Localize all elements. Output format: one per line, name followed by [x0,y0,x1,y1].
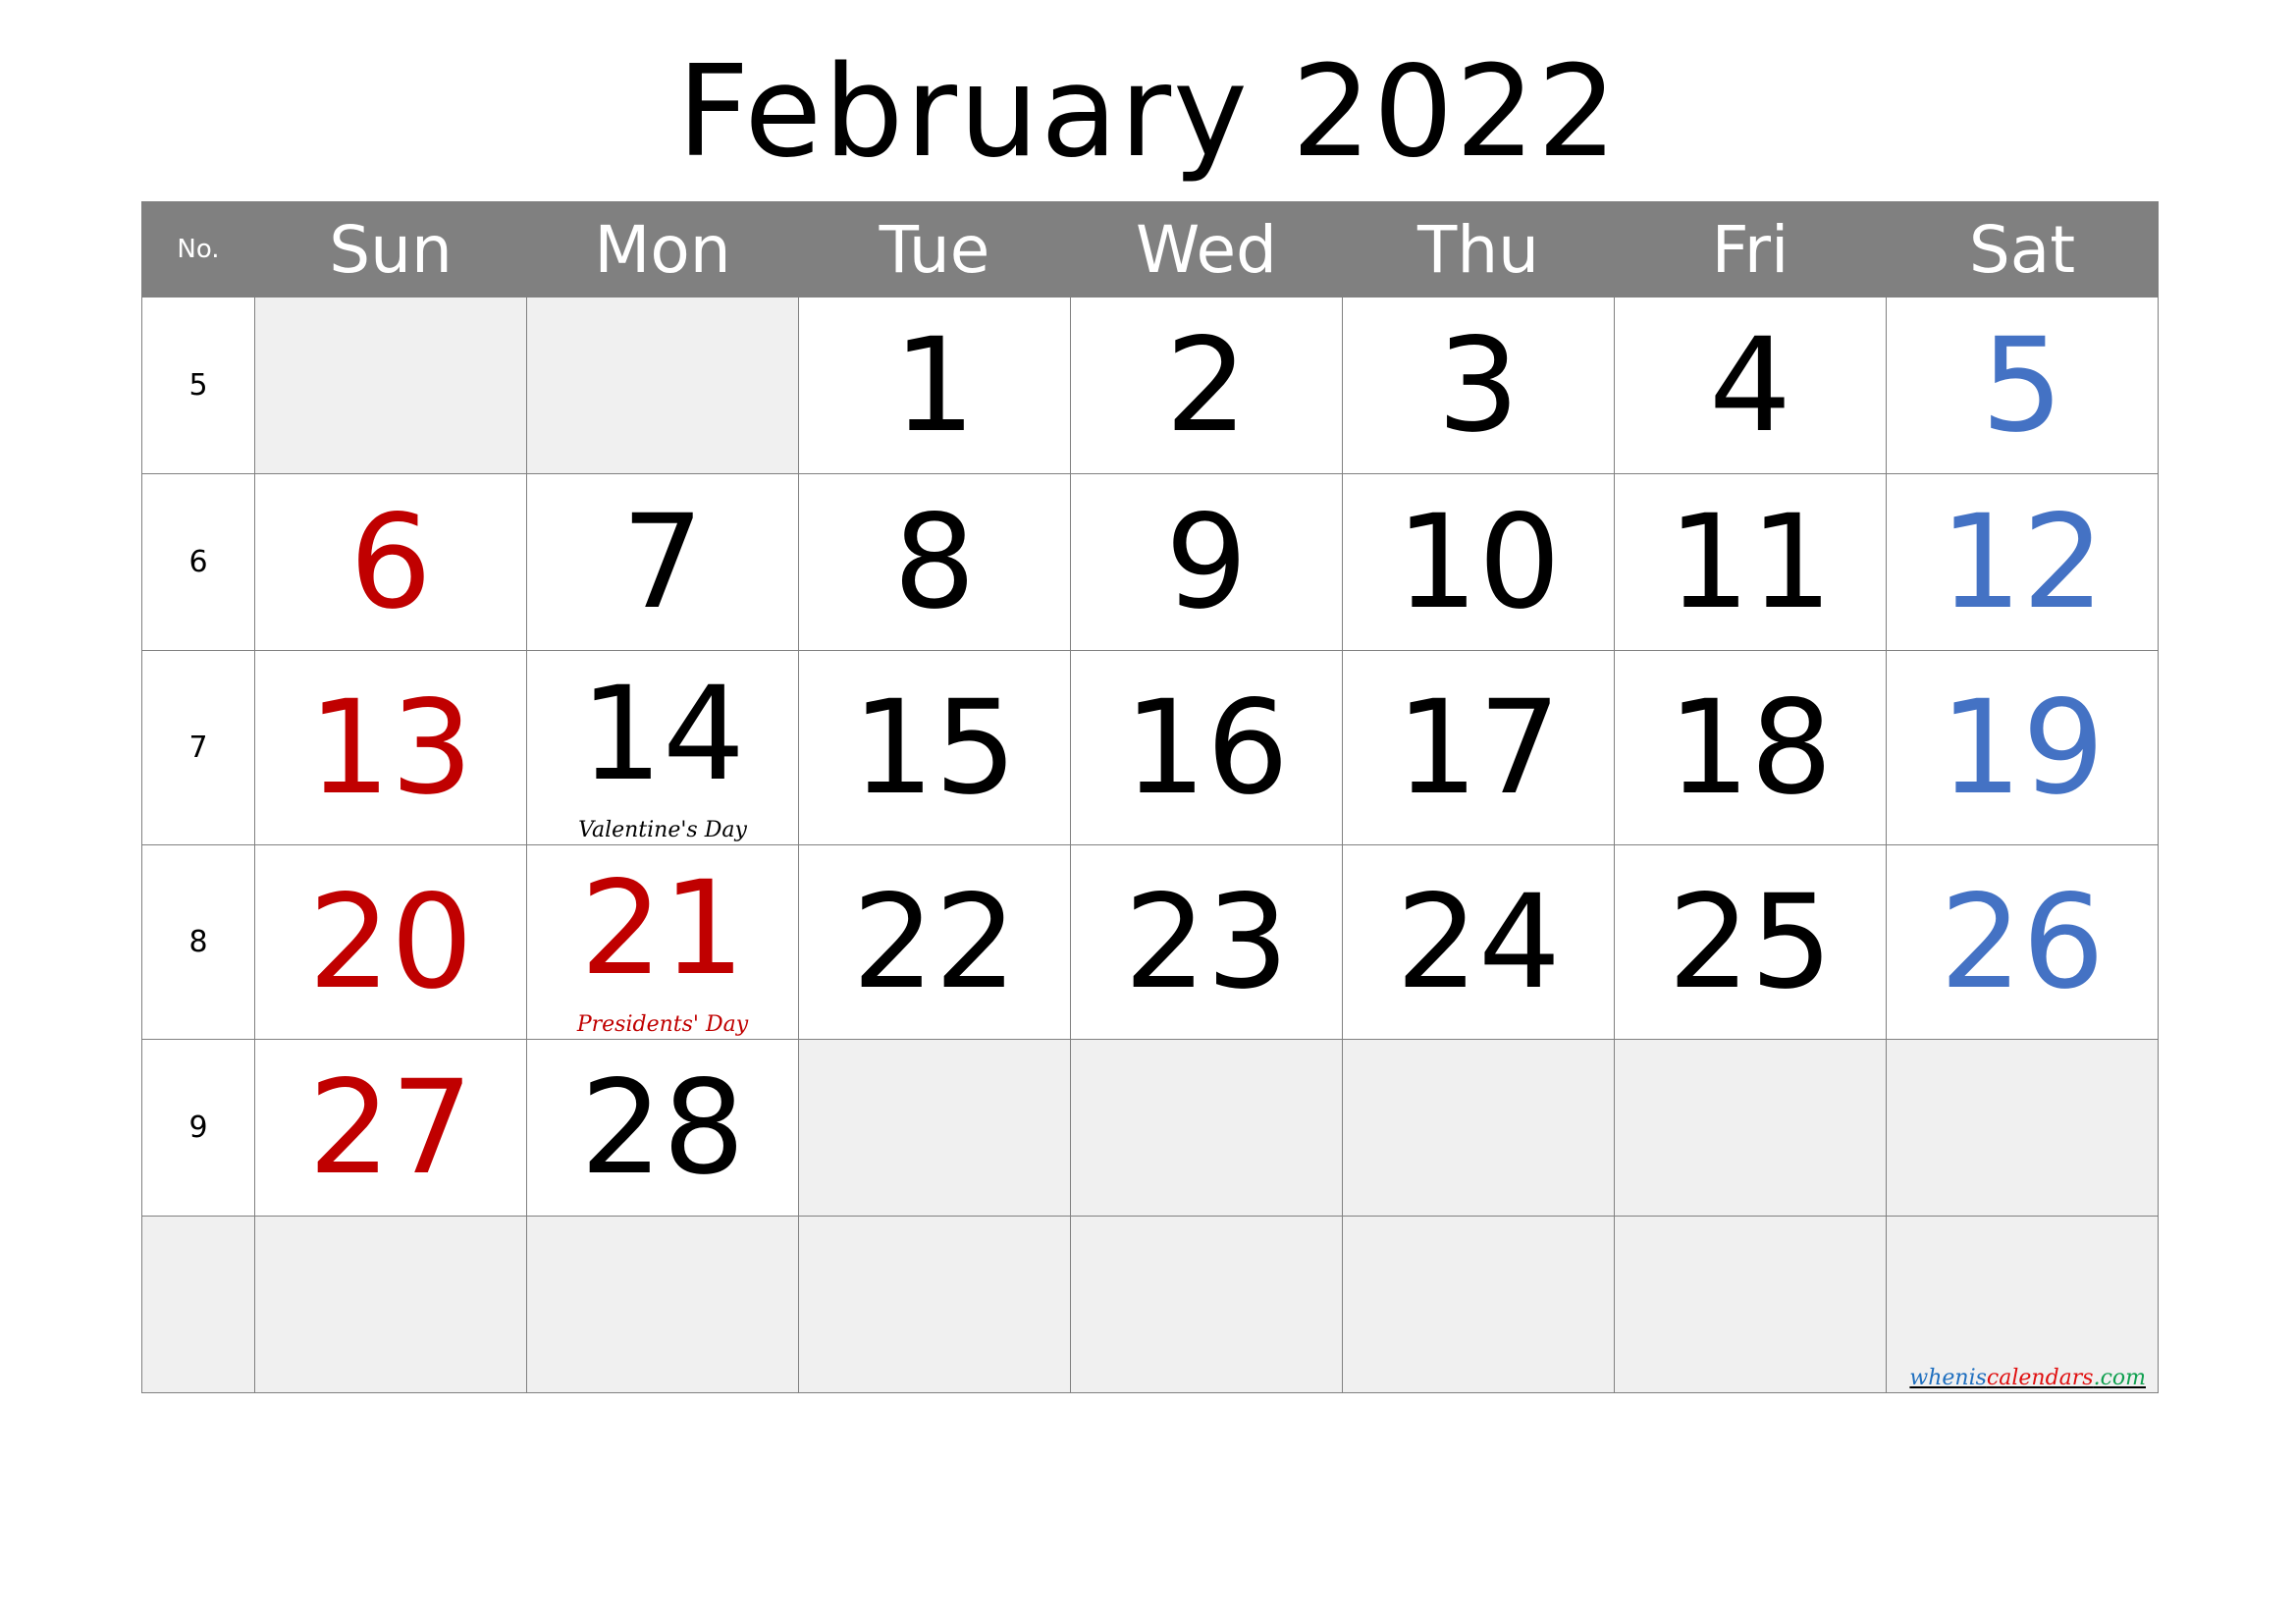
weekday-header-sun: Sun [254,201,527,298]
week-row: 7 13 14 Valentine's Day 15 16 17 18 19 [141,650,2159,845]
calendar-title: February 2022 [676,39,1620,186]
weekday-header-mon: Mon [526,201,799,298]
empty-day-cell [1614,1039,1887,1217]
weekday-header-tue: Tue [798,201,1071,298]
day-number: 14 [580,658,745,810]
day-cell[interactable]: 24 [1342,844,1615,1040]
day-number: 17 [1396,672,1561,824]
week-number [141,1216,255,1393]
day-number: 22 [852,866,1017,1018]
day-cell[interactable]: 5 [1886,297,2159,474]
week-row: 8 20 21 Presidents' Day 22 23 24 25 26 [141,844,2159,1040]
day-cell[interactable]: 23 [1070,844,1343,1040]
empty-day-cell [254,297,527,474]
day-number: 15 [852,672,1017,824]
empty-day-cell [1070,1039,1343,1217]
day-cell[interactable]: 18 [1614,650,1887,845]
empty-day-cell [1342,1216,1615,1393]
empty-day-cell [1614,1216,1887,1393]
day-cell[interactable]: 14 Valentine's Day [526,650,799,845]
week-row: 5 1 2 3 4 5 [141,297,2159,474]
week-row: wheniscalendars.com [141,1216,2159,1393]
holiday-label: Presidents' Day [576,1012,749,1037]
day-number: 26 [1940,866,2105,1018]
empty-day-cell [1070,1216,1343,1393]
site-watermark-link[interactable]: wheniscalendars.com [1909,1366,2146,1390]
weekday-header-sat: Sat [1886,201,2159,298]
weekday-header-row: No. Sun Mon Tue Wed Thu Fri Sat [141,201,2159,298]
day-cell[interactable]: 21 Presidents' Day [526,844,799,1040]
empty-day-cell [1886,1039,2159,1217]
watermark-part3: .com [2093,1366,2146,1390]
day-number: 9 [1165,486,1248,638]
watermark-part2: calendars [1986,1366,2094,1390]
week-number: 8 [141,844,255,1040]
day-number: 27 [308,1052,473,1204]
empty-day-cell [254,1216,527,1393]
day-cell[interactable]: 13 [254,650,527,845]
week-number: 9 [141,1039,255,1217]
day-number: 20 [308,866,473,1018]
day-cell[interactable]: 9 [1070,473,1343,651]
day-cell[interactable]: 25 [1614,844,1887,1040]
empty-day-cell [798,1216,1071,1393]
week-row: 6 6 7 8 9 10 11 12 [141,473,2159,651]
day-cell[interactable]: 4 [1614,297,1887,474]
week-row: 9 27 28 [141,1039,2159,1217]
holiday-label: Valentine's Day [578,818,747,842]
day-number: 2 [1165,309,1248,461]
day-cell[interactable]: 15 [798,650,1071,845]
empty-day-cell [526,1216,799,1393]
day-number: 25 [1668,866,1833,1018]
day-cell[interactable]: 1 [798,297,1071,474]
day-number: 5 [1981,309,2063,461]
day-cell[interactable]: 19 [1886,650,2159,845]
day-cell[interactable]: 6 [254,473,527,651]
day-number: 21 [580,852,745,1004]
day-cell[interactable]: 7 [526,473,799,651]
weekday-header-thu: Thu [1342,201,1615,298]
day-cell[interactable]: 22 [798,844,1071,1040]
day-cell[interactable]: 20 [254,844,527,1040]
empty-day-cell: wheniscalendars.com [1886,1216,2159,1393]
day-number: 18 [1668,672,1833,824]
day-number: 24 [1396,866,1561,1018]
day-number: 3 [1437,309,1520,461]
day-number: 1 [893,309,976,461]
day-number: 16 [1124,672,1289,824]
day-cell[interactable]: 17 [1342,650,1615,845]
day-cell[interactable]: 28 [526,1039,799,1217]
day-cell[interactable]: 27 [254,1039,527,1217]
day-number: 10 [1396,486,1561,638]
day-cell[interactable]: 8 [798,473,1071,651]
day-number: 8 [893,486,976,638]
day-cell[interactable]: 11 [1614,473,1887,651]
day-number: 4 [1709,309,1791,461]
calendar-grid: No. Sun Mon Tue Wed Thu Fri Sat 51234566… [141,201,2159,1393]
day-number: 19 [1940,672,2105,824]
day-number: 23 [1124,866,1289,1018]
day-cell[interactable]: 3 [1342,297,1615,474]
empty-day-cell [1342,1039,1615,1217]
day-number: 7 [621,486,704,638]
week-number: 5 [141,297,255,474]
day-cell[interactable]: 2 [1070,297,1343,474]
watermark-part1: whenis [1909,1366,1987,1390]
week-number: 7 [141,650,255,845]
day-number: 11 [1668,486,1833,638]
weekday-header-wed: Wed [1070,201,1343,298]
empty-day-cell [526,297,799,474]
week-number: 6 [141,473,255,651]
day-number: 12 [1940,486,2105,638]
empty-day-cell [798,1039,1071,1217]
day-number: 28 [580,1052,745,1204]
day-cell[interactable]: 12 [1886,473,2159,651]
day-number: 6 [349,486,432,638]
day-cell[interactable]: 16 [1070,650,1343,845]
week-number-header: No. [141,201,255,298]
day-cell[interactable]: 10 [1342,473,1615,651]
weekday-header-fri: Fri [1614,201,1887,298]
day-cell[interactable]: 26 [1886,844,2159,1040]
day-number: 13 [308,672,473,824]
